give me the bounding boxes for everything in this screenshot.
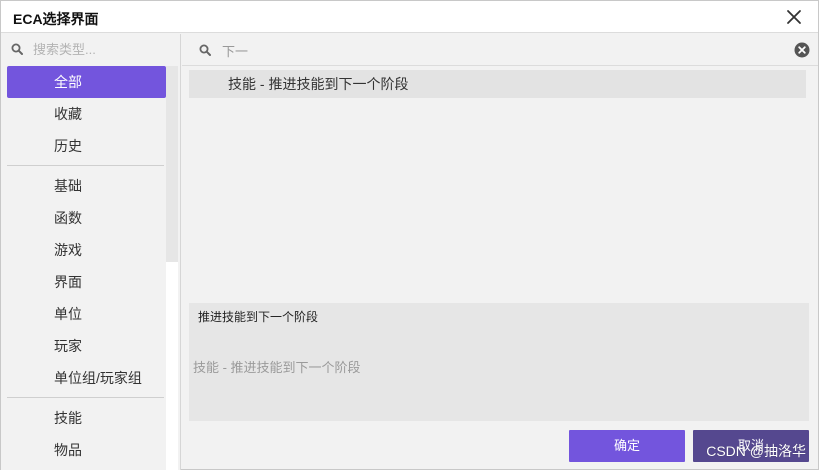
category-sidebar: 全部 收藏 历史 基础 函数 游戏 界面 单位 玩家 单位组/玩家组 技能 物品 (1, 34, 181, 470)
category-search-input[interactable] (33, 40, 173, 58)
category-search-bar (1, 34, 180, 64)
category-list: 全部 收藏 历史 基础 函数 游戏 界面 单位 玩家 单位组/玩家组 技能 物品 (7, 66, 166, 470)
action-search-input[interactable] (222, 41, 782, 59)
search-icon (199, 44, 211, 56)
title-bar: ECA选择界面 (1, 1, 818, 33)
close-icon (787, 10, 801, 24)
category-item-history[interactable]: 历史 (7, 130, 166, 162)
description-title: 推进技能到下一个阶段 (198, 310, 319, 324)
category-item-favorites[interactable]: 收藏 (7, 98, 166, 130)
category-item-basic[interactable]: 基础 (7, 170, 166, 202)
main-panel: 技能 - 推进技能到下一个阶段 推进技能到下一个阶段 技能 - 推进技能到下一个… (182, 34, 818, 470)
category-item-function[interactable]: 函数 (7, 202, 166, 234)
category-item-game[interactable]: 游戏 (7, 234, 166, 266)
ok-button[interactable]: 确定 (569, 430, 685, 462)
description-body: 技能 - 推进技能到下一个阶段 (193, 360, 361, 375)
category-item-player[interactable]: 玩家 (7, 330, 166, 362)
category-divider (7, 397, 164, 398)
description-panel: 推进技能到下一个阶段 技能 - 推进技能到下一个阶段 (189, 303, 809, 421)
cancel-button[interactable]: 取消 (693, 430, 809, 462)
close-button[interactable] (784, 7, 804, 27)
search-icon (11, 43, 23, 55)
category-item-item[interactable]: 物品 (7, 434, 166, 466)
result-item[interactable]: 技能 - 推进技能到下一个阶段 (189, 70, 806, 98)
clear-search-icon[interactable] (794, 42, 810, 58)
category-item-unit-group[interactable]: 单位组/玩家组 (7, 362, 166, 394)
category-item-unit[interactable]: 单位 (7, 298, 166, 330)
category-item-all[interactable]: 全部 (7, 66, 166, 98)
category-item-skill[interactable]: 技能 (7, 402, 166, 434)
eca-select-dialog: ECA选择界面 全部 收藏 历史 基础 函数 游戏 界面 单位 玩家 单位组 (0, 0, 819, 470)
result-list: 技能 - 推进技能到下一个阶段 (189, 70, 806, 300)
category-scrollbar[interactable] (166, 66, 178, 470)
scrollbar-thumb[interactable] (166, 66, 178, 262)
category-divider (7, 165, 164, 166)
category-item-ui[interactable]: 界面 (7, 266, 166, 298)
action-search-bar (182, 34, 818, 66)
window-title: ECA选择界面 (13, 11, 99, 27)
